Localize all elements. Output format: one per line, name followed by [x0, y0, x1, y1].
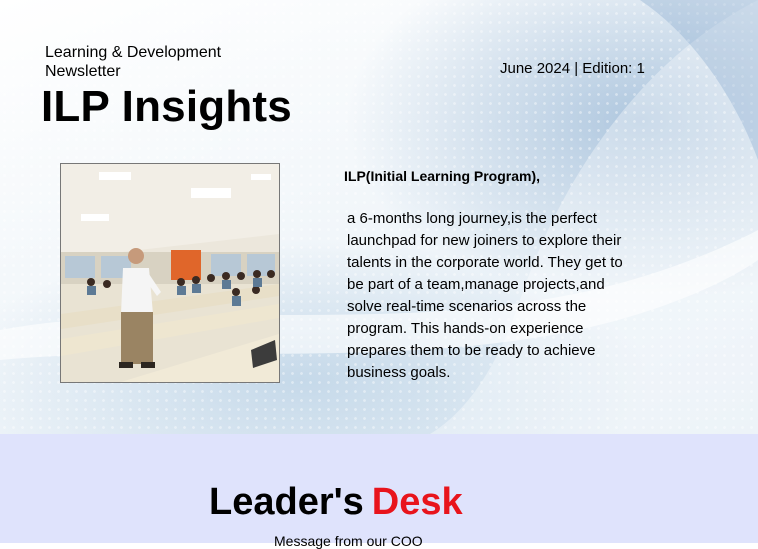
intro-body-text: a 6-months long journey,is the perfect l…	[347, 210, 623, 381]
newsletter-title: ILP Insights	[41, 82, 292, 131]
leaders-desk-word-1: Leader's	[209, 481, 364, 523]
leaders-desk-word-2: Desk	[371, 481, 463, 523]
leaders-desk-title: Leader's Desk	[209, 481, 463, 524]
classroom-illustration	[61, 164, 279, 382]
subtitle-line-2: Newsletter	[45, 63, 121, 80]
leaders-desk-subtitle: Message from our COO	[274, 533, 423, 549]
newsletter-subtitle: Learning & Development Newsletter	[45, 43, 285, 81]
intro-heading: ILP(Initial Learning Program),	[344, 168, 541, 184]
edition-label: June 2024 | Edition: 1	[500, 60, 645, 77]
subtitle-line-1: Learning & Development	[45, 44, 222, 61]
classroom-photo	[60, 163, 280, 383]
